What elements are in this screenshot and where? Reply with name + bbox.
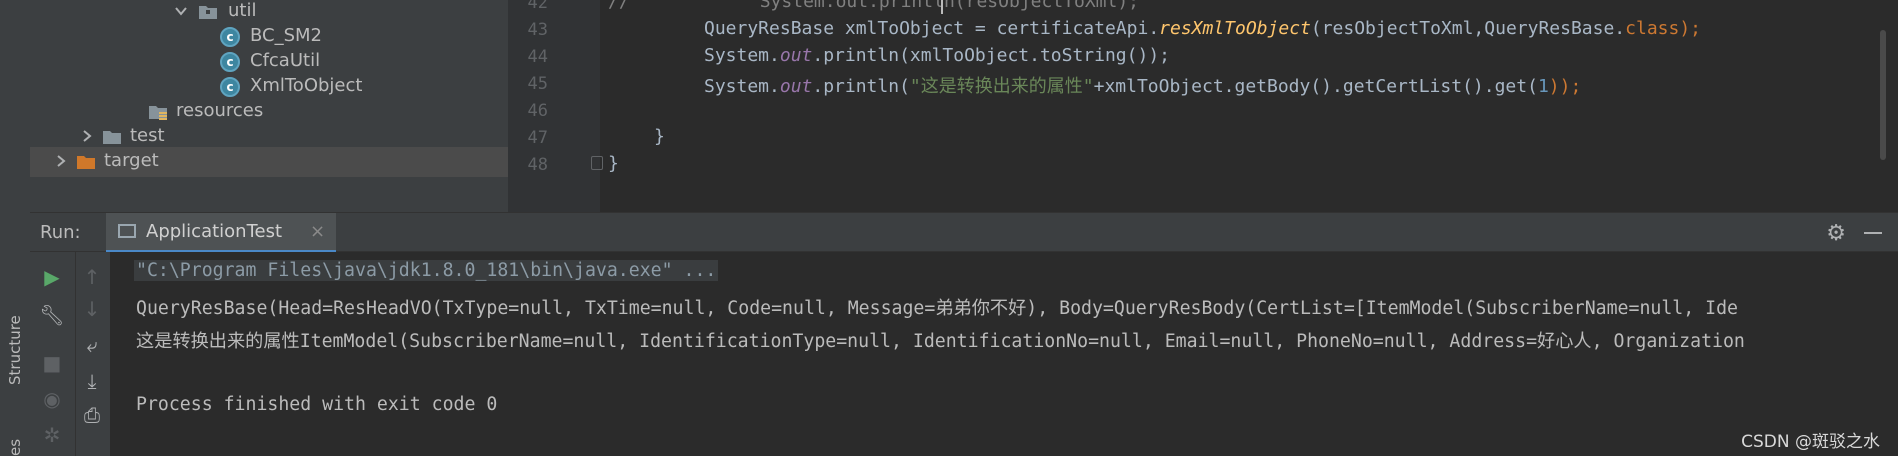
code-token: QueryResBase xmlToObject = certificateAp… [704,18,1160,39]
folder-icon [77,156,95,169]
settings-icon[interactable]: ✲ [39,422,65,448]
console-line: "C:\Program Files\java\jdk1.8.0_181\bin\… [134,260,719,281]
tree-item-target[interactable]: target [30,147,508,177]
tree-item-label: util [228,0,257,21]
code-token: System. [704,76,780,97]
folder-icon [199,6,217,19]
gear-icon[interactable]: ⚙ [1826,221,1846,246]
up-arrow-icon[interactable]: ↑ [79,264,105,290]
run-toolbar: ▶ 🔧︎ ■ ◉ ✲ ↑ ↓ ⤶ ⤓ ⎙ [30,252,110,456]
console-icon [118,224,136,238]
line-number: 45 [527,74,548,94]
minimize-icon[interactable] [1864,232,1882,234]
line-number: 43 [527,20,548,40]
line-number: 48 [527,155,548,175]
code-token: System. [704,45,780,66]
code-token-field: out [779,45,813,66]
fold-marker-icon[interactable] [591,156,603,170]
down-arrow-icon[interactable]: ↓ [79,296,105,322]
left-tool-strip: Structure es [0,0,31,456]
line-number: 44 [527,47,548,67]
console-line: 这是转换出来的属性ItemModel(SubscriberName=null, … [136,331,1745,352]
code-token: +xmlToObject.getBody().getCertList().get… [1093,76,1538,97]
code-editor[interactable]: 42 43 44 45 46 47 48 // System.out.print… [508,0,1898,212]
code-line-48: } [608,153,619,174]
code-line-45: System.out.println("这是转换出来的属性"+xmlToObje… [704,72,1581,98]
print-icon[interactable]: ⎙ [79,402,105,428]
code-token: (resObjectToXml,QueryResBase. [1310,18,1626,39]
editor-scrollbar[interactable] [1880,30,1886,160]
chevron-down-icon[interactable] [174,3,188,19]
code-token: )); [1548,76,1582,97]
code-line-44: System.out.println(xmlToObject.toString(… [704,45,1170,66]
run-panel-header: Run: ApplicationTest × ⚙ [30,212,1898,253]
toolbar-divider [75,252,76,456]
wrench-icon[interactable]: 🔧︎ [39,302,65,328]
code-token-keyword: class [1625,18,1680,39]
camera-icon[interactable]: ◉ [39,386,65,412]
run-tab-label: ApplicationTest [146,221,283,242]
class-icon: c [220,52,240,72]
chevron-right-icon[interactable] [80,128,94,144]
code-line-47: } [654,126,665,147]
line-number: 42 [527,0,548,13]
chevron-right-icon[interactable] [54,153,68,169]
close-icon[interactable]: × [310,221,325,242]
console-line: QueryResBase(Head=ResHeadVO(TxType=null,… [136,298,1739,319]
watermark: CSDN @斑驳之水 [1741,432,1880,452]
tree-item-label: test [130,125,165,146]
console-line: Process finished with exit code 0 [136,394,498,415]
stop-icon[interactable]: ■ [39,350,65,376]
scroll-to-end-icon[interactable]: ⤓ [79,368,105,394]
tree-item-label: target [104,150,159,171]
editor-gutter: 42 43 44 45 46 47 48 [508,0,603,212]
console-output[interactable]: "C:\Program Files\java\jdk1.8.0_181\bin\… [110,252,1898,456]
code-token: .println(xmlToObject.toString()); [812,45,1170,66]
text-caret [941,0,943,14]
class-icon: c [220,27,240,47]
tree-item-label: CfcaUtil [250,50,321,71]
rerun-icon[interactable]: ▶ [39,264,65,290]
line-number: 47 [527,128,548,148]
class-icon: c [220,77,240,97]
code-line-43: QueryResBase xmlToObject = certificateAp… [704,18,1701,39]
soft-wrap-icon[interactable]: ⤶ [79,332,105,358]
code-token-field: out [779,76,813,97]
tree-item-label: BC_SM2 [250,25,323,46]
code-token-string: "这是转换出来的属性" [909,76,1094,97]
code-token: ); [1679,18,1702,39]
tree-item-label: XmlToObject [250,75,363,96]
structure-tool-tab[interactable]: Structure [6,300,26,400]
tree-item-label: resources [176,100,264,121]
project-tree: util c BC_SM2 c CfcaUtil c XmlToObject r… [30,0,508,212]
tool-tab-partial[interactable]: es [6,428,26,456]
console-command-line: "C:\Program Files\java\jdk1.8.0_181\bin\… [134,260,719,281]
code-token-method: resXmlToObject [1159,18,1311,39]
code-token: .println( [812,76,910,97]
line-number: 46 [527,101,548,121]
tab-application-test[interactable]: ApplicationTest × [106,213,336,253]
folder-icon [103,131,121,144]
resources-folder-icon [149,106,167,120]
code-line-42: // System.out.println(resObjectToXml); [608,0,1140,12]
run-label: Run: [40,222,81,243]
code-token-number: 1 [1537,76,1549,97]
